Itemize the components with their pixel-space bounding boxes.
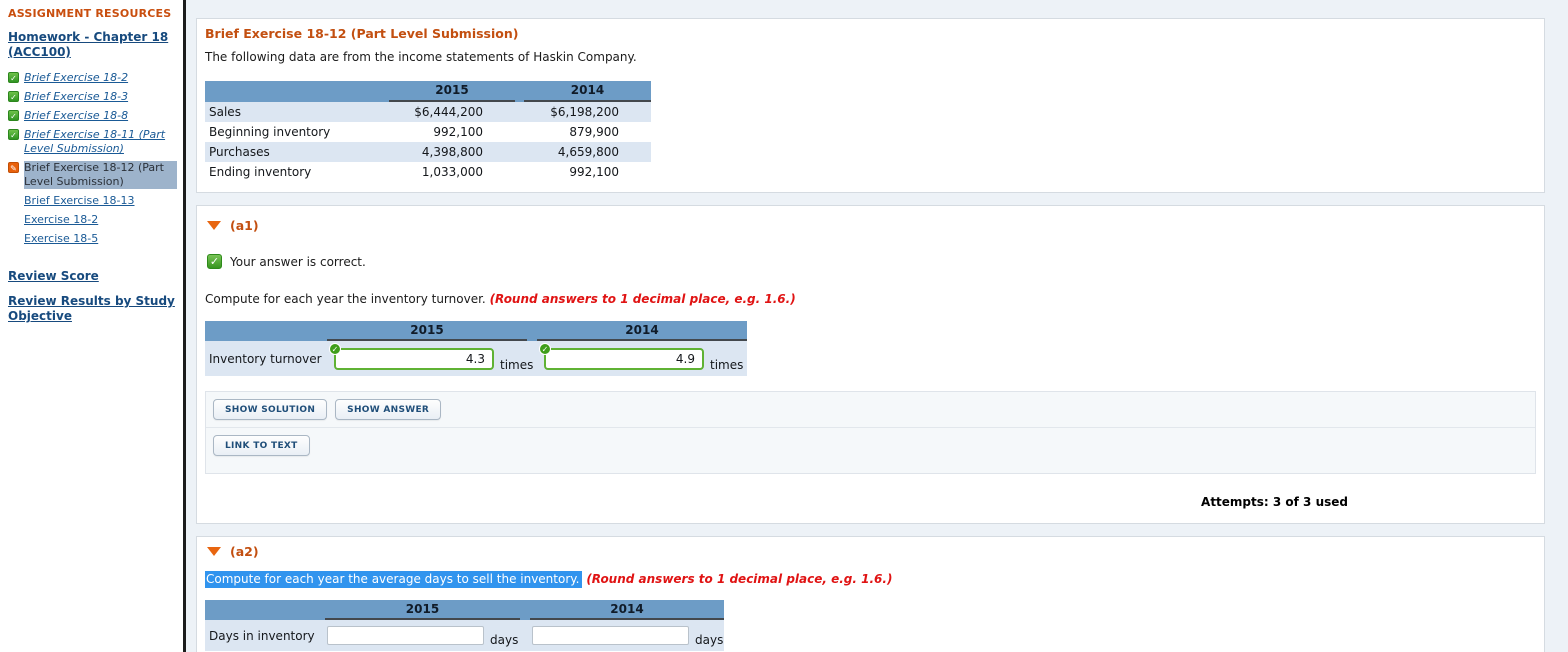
feedback-text: Your answer is correct. <box>230 254 366 269</box>
review-score-link[interactable]: Review Score <box>8 269 177 284</box>
sidebar-item-be18-12-selected[interactable]: ✎ Brief Exercise 18-12 (Part Level Submi… <box>8 161 177 189</box>
sidebar-item-label[interactable]: Exercise 18-2 <box>24 213 98 227</box>
rounding-note: (Round answers to 1 decimal place, e.g. … <box>586 572 893 586</box>
collapse-triangle-icon[interactable] <box>207 221 221 230</box>
column-header-2015: 2015 <box>389 81 515 102</box>
answer-row: Days in inventory days days <box>205 620 724 651</box>
check-icon: ✓ <box>8 72 19 83</box>
table-row: Ending inventory 1,033,000 992,100 <box>209 165 619 179</box>
selected-question-text: Compute for each year the average days t… <box>205 571 583 588</box>
unit-label: days <box>695 633 724 647</box>
assignment-resources-sidebar: ASSIGNMENT RESOURCES Homework - Chapter … <box>0 0 183 652</box>
page: ASSIGNMENT RESOURCES Homework - Chapter … <box>0 0 1568 652</box>
income-statement-table: 2015 2014 Sales $6,444,200 $6,198,200 Be… <box>205 81 651 182</box>
exercise-intro-panel: Brief Exercise 18-12 (Part Level Submiss… <box>196 18 1545 193</box>
table-header-row: 2015 2014 <box>205 321 747 341</box>
link-to-text-button[interactable]: LINK TO TEXT <box>213 435 310 456</box>
answer-row: Inventory turnover ✓ times ✓ <box>205 341 747 376</box>
review-results-link[interactable]: Review Results by Study Objective <box>8 294 177 324</box>
sidebar-item-be18-2[interactable]: ✓ Brief Exercise 18-2 <box>8 71 177 85</box>
correct-check-icon: ✓ <box>207 254 222 269</box>
table-header-row: 2015 2014 <box>205 81 651 102</box>
sidebar-item-label[interactable]: Brief Exercise 18-2 <box>24 71 128 85</box>
table-row: Sales $6,444,200 $6,198,200 <box>205 102 651 122</box>
column-header-2015: 2015 <box>325 600 520 620</box>
pencil-in-progress-icon: ✎ <box>8 162 19 173</box>
sidebar-item-e18-2[interactable]: Exercise 18-2 <box>8 213 177 227</box>
sidebar-item-e18-5[interactable]: Exercise 18-5 <box>8 232 177 246</box>
main-content: Brief Exercise 18-12 (Part Level Submiss… <box>186 0 1568 652</box>
unit-label: times <box>710 358 744 372</box>
column-header-2015: 2015 <box>327 321 527 341</box>
show-solution-button[interactable]: SHOW SOLUTION <box>213 399 328 420</box>
inventory-turnover-2014-input[interactable] <box>544 347 704 370</box>
column-header-2014: 2014 <box>537 321 747 341</box>
action-buttons-box: SHOW SOLUTION SHOW ANSWER LINK TO TEXT <box>205 391 1536 474</box>
column-header-2014: 2014 <box>524 81 651 102</box>
part-a2-panel: (a2) Compute for each year the average d… <box>196 536 1545 652</box>
check-icon: ✓ <box>8 91 19 102</box>
answer-row-label: Days in inventory <box>209 628 315 643</box>
section-a2-header: (a2) <box>207 544 1536 559</box>
sidebar-item-label[interactable]: Brief Exercise 18-12 (Part Level Submiss… <box>24 161 177 189</box>
collapse-triangle-icon[interactable] <box>207 547 221 556</box>
sidebar-title: ASSIGNMENT RESOURCES <box>8 7 172 20</box>
unit-label: days <box>490 633 519 647</box>
answer-table-a2: 2015 2014 Days in inventory days days <box>205 600 724 651</box>
check-icon: ✓ <box>8 110 19 121</box>
sidebar-item-label[interactable]: Exercise 18-5 <box>24 232 98 246</box>
exercise-title: Brief Exercise 18-12 (Part Level Submiss… <box>205 26 519 41</box>
sidebar-item-label[interactable]: Brief Exercise 18-13 <box>24 194 135 208</box>
sidebar-item-label[interactable]: Brief Exercise 18-3 <box>24 90 128 104</box>
column-header-2014: 2014 <box>530 600 724 620</box>
table-row: Purchases 4,398,800 4,659,800 <box>205 142 651 162</box>
correct-badge-icon: ✓ <box>329 342 341 355</box>
question-a1: Compute for each year the inventory turn… <box>205 292 796 306</box>
sidebar-item-be18-11[interactable]: ✓ Brief Exercise 18-11 (Part Level Submi… <box>8 128 177 156</box>
section-a2-label: (a2) <box>230 544 259 559</box>
inventory-turnover-2015-input[interactable] <box>334 347 494 370</box>
rounding-note: (Round answers to 1 decimal place, e.g. … <box>489 292 796 306</box>
assignment-link[interactable]: Homework - Chapter 18 (ACC100) <box>8 30 177 60</box>
answer-row-label: Inventory turnover <box>209 351 322 366</box>
sidebar-item-be18-3[interactable]: ✓ Brief Exercise 18-3 <box>8 90 177 104</box>
sidebar-item-label[interactable]: Brief Exercise 18-8 <box>24 109 128 123</box>
sidebar-item-be18-13[interactable]: Brief Exercise 18-13 <box>8 194 177 208</box>
table-header-row: 2015 2014 <box>205 600 724 620</box>
correct-badge-icon: ✓ <box>539 342 551 355</box>
answer-table-a1: 2015 2014 Inventory turnover ✓ times <box>205 321 747 376</box>
section-a1-label: (a1) <box>230 218 259 233</box>
check-icon: ✓ <box>8 129 19 140</box>
section-a1-header: (a1) <box>207 218 1536 233</box>
days-in-inventory-2014-input[interactable] <box>532 626 689 645</box>
question-a2: Compute for each year the average days t… <box>205 571 1536 588</box>
feedback-message: ✓ Your answer is correct. <box>207 254 1536 269</box>
sidebar-item-label[interactable]: Brief Exercise 18-11 (Part Level Submiss… <box>24 128 177 156</box>
attempts-status: Attempts: 3 of 3 used <box>1201 495 1348 509</box>
show-answer-button[interactable]: SHOW ANSWER <box>335 399 442 420</box>
days-in-inventory-2015-input[interactable] <box>327 626 484 645</box>
sidebar-item-be18-8[interactable]: ✓ Brief Exercise 18-8 <box>8 109 177 123</box>
exercise-description: The following data are from the income s… <box>205 50 637 64</box>
part-a1-panel: (a1) ✓ Your answer is correct. Compute f… <box>196 205 1545 524</box>
table-row: Beginning inventory 992,100 879,900 <box>209 125 619 139</box>
